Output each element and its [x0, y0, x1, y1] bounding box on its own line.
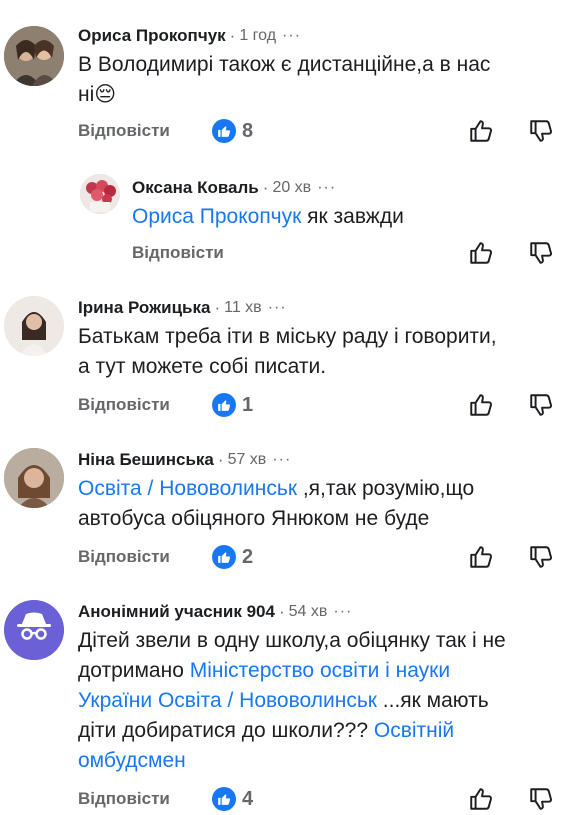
- avatar[interactable]: [80, 174, 120, 214]
- more-dots-icon[interactable]: ···: [333, 603, 352, 621]
- mention-link[interactable]: Міністерство освіти і науки: [190, 659, 450, 682]
- comment-text-line: ні😔: [78, 83, 117, 106]
- avatar-photo: [80, 174, 120, 214]
- comment-text: В Володимирі також є дистанційне,а в нас…: [78, 50, 554, 110]
- avatar-photo: [4, 26, 64, 86]
- separator: ·: [262, 178, 269, 197]
- more-dots-icon[interactable]: ···: [282, 27, 301, 45]
- thumbs-down-icon[interactable]: [528, 786, 554, 812]
- thumbs-up-icon[interactable]: [468, 786, 494, 812]
- mention-link[interactable]: України Освіта / Нововолинськ: [78, 689, 377, 712]
- like-count: 1: [242, 393, 254, 416]
- reply-button[interactable]: Відповісти: [78, 121, 170, 141]
- comment-text: Освіта / Нововолинськ ,я,так розумію,що …: [78, 474, 554, 534]
- reply-button[interactable]: Відповісти: [78, 547, 170, 567]
- mention-link[interactable]: Освіта / Нововолинськ: [78, 477, 297, 500]
- avatar[interactable]: [4, 296, 64, 356]
- thumbs-up-icon[interactable]: [468, 392, 494, 418]
- comment-text-fragment: ...як мають: [376, 689, 489, 712]
- reactions[interactable]: 2: [212, 545, 253, 569]
- comment-text: Батькам треба іти в міську раду і говори…: [78, 322, 554, 382]
- thumbs-down-icon[interactable]: [528, 240, 554, 266]
- thumbs-down-icon[interactable]: [528, 392, 554, 418]
- mention-link[interactable]: омбудсмен: [78, 749, 186, 772]
- comment-text: Ориса Прокопчук як завжди: [132, 202, 554, 232]
- comment-text: Дітей звели в одну школу,а обіцянку так …: [78, 626, 554, 776]
- comment-text-fragment: дотримано: [78, 659, 190, 682]
- comment-5: Анонімний учасник 904 · 54 хв ··· Дітей …: [0, 582, 576, 815]
- separator: ·: [229, 26, 236, 45]
- thumbs-down-icon[interactable]: [528, 544, 554, 570]
- thumbs-down-icon[interactable]: [528, 118, 554, 144]
- comment-text-fragment: як завжди: [301, 205, 404, 228]
- anonymous-avatar-icon[interactable]: [4, 600, 64, 660]
- more-dots-icon[interactable]: ···: [268, 299, 287, 317]
- like-count: 2: [242, 545, 254, 568]
- comment-text-line: автобуса обіцяного Янюком не буде: [78, 507, 430, 530]
- reply-button[interactable]: Відповісти: [132, 243, 224, 263]
- author-name[interactable]: Ірина Рожицька: [78, 298, 210, 318]
- timestamp[interactable]: 57 хв: [228, 451, 267, 469]
- comment-text-line: Батькам треба іти в міську раду і говори…: [78, 325, 497, 348]
- like-badge-icon: [212, 545, 236, 569]
- like-badge-icon: [212, 393, 236, 417]
- mention-link[interactable]: Освітній: [374, 719, 454, 742]
- reply-button[interactable]: Відповісти: [78, 789, 170, 809]
- comment-text-line: Дітей звели в одну школу,а обіцянку так …: [78, 629, 506, 652]
- reactions[interactable]: 1: [212, 393, 253, 417]
- reactions[interactable]: 4: [212, 787, 253, 811]
- thumbs-up-icon[interactable]: [468, 240, 494, 266]
- thumbs-up-icon[interactable]: [468, 544, 494, 570]
- author-name[interactable]: Ориса Прокопчук: [78, 26, 226, 46]
- separator: ·: [217, 450, 224, 469]
- like-badge-icon: [212, 787, 236, 811]
- avatar[interactable]: [4, 448, 64, 508]
- author-name[interactable]: Анонімний учасник 904: [78, 602, 275, 622]
- timestamp[interactable]: 54 хв: [289, 603, 328, 621]
- comment-3: Ірина Рожицька · 11 хв ··· Батькам треба…: [0, 282, 576, 432]
- thumbs-up-icon[interactable]: [468, 118, 494, 144]
- comment-text-line: В Володимирі також є дистанційне,а в нас: [78, 53, 491, 76]
- timestamp[interactable]: 11 хв: [224, 299, 262, 317]
- timestamp[interactable]: 20 хв: [272, 179, 311, 197]
- separator: ·: [214, 298, 221, 317]
- like-count: 8: [242, 119, 254, 142]
- comment-4: Ніна Бешинська · 57 хв ··· Освіта / Ново…: [0, 432, 576, 582]
- more-dots-icon[interactable]: ···: [317, 179, 336, 197]
- comment-reply: Оксана Коваль · 20 хв ··· Ориса Прокопчу…: [0, 160, 576, 280]
- like-badge-icon: [212, 119, 236, 143]
- more-dots-icon[interactable]: ···: [272, 451, 291, 469]
- avatar-photo: [4, 448, 64, 508]
- author-name[interactable]: Ніна Бешинська: [78, 450, 214, 470]
- comment-text-fragment: ,я,так розумію,що: [297, 477, 475, 500]
- avatar[interactable]: [4, 26, 64, 86]
- separator: ·: [278, 602, 285, 621]
- timestamp[interactable]: 1 год: [239, 27, 276, 45]
- comment-text-fragment: діти добиратися до школи???: [78, 719, 374, 742]
- reply-button[interactable]: Відповісти: [78, 395, 170, 415]
- mention-link[interactable]: Ориса Прокопчук: [132, 205, 301, 228]
- author-name[interactable]: Оксана Коваль: [132, 178, 259, 198]
- reactions[interactable]: 8: [212, 119, 253, 143]
- comment-text-line: а тут можете собі писати.: [78, 355, 327, 378]
- comment-1: Ориса Прокопчук · 1 год ··· В Володимирі…: [0, 0, 576, 160]
- avatar-photo: [4, 296, 64, 356]
- like-count: 4: [242, 787, 254, 810]
